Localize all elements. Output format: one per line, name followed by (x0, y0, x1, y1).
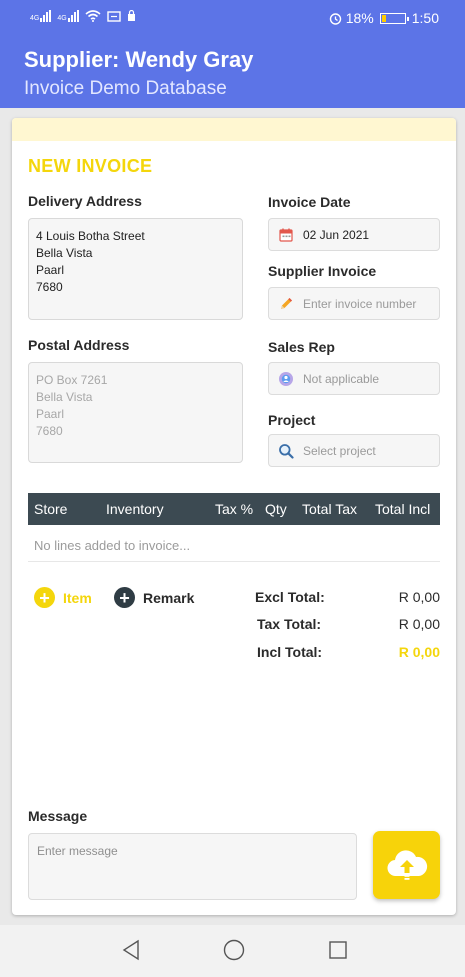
column-header-inventory: Inventory (106, 501, 164, 517)
cast-icon (106, 10, 121, 22)
message-input[interactable]: Enter message (28, 833, 357, 900)
address-line: Bella Vista (36, 390, 93, 404)
supplier-invoice-label: Supplier Invoice (268, 263, 377, 279)
alarm-icon (329, 12, 341, 25)
supplier-invoice-placeholder: Enter invoice number (303, 296, 417, 311)
add-item-label: Item (63, 589, 92, 606)
excl-total-value: R 0,00 (398, 589, 440, 605)
app-bar-subtitle: Invoice Demo Database (24, 78, 227, 99)
invoice-lines-table-header: Store Inventory Tax % Qty Total Tax Tota… (28, 493, 440, 525)
add-remark-button[interactable]: + Remark (114, 587, 194, 608)
home-icon[interactable] (223, 939, 245, 961)
delivery-address-label: Delivery Address (28, 193, 142, 209)
message-label: Message (28, 808, 88, 824)
status-bar-left: 4G 4G (30, 10, 136, 22)
address-line: Paarl (36, 263, 65, 277)
battery-icon (379, 12, 409, 24)
clock: 1:50 (411, 10, 439, 26)
add-item-button[interactable]: + Item (34, 587, 92, 608)
sales-rep-field[interactable]: Not applicable (268, 362, 440, 395)
pencil-icon (277, 295, 295, 313)
invoice-card: NEW INVOICE Delivery Address 4 Louis Bot… (12, 118, 456, 915)
cloud-upload-icon (386, 850, 427, 880)
app-bar-title: Supplier: Wendy Gray (24, 47, 254, 72)
status-bar-right: 18% 1:50 (329, 10, 439, 26)
postal-address-field[interactable]: PO Box 7261 Bella Vista Paarl 7680 (28, 362, 243, 463)
message-placeholder: Enter message (37, 844, 118, 858)
sales-rep-label: Sales Rep (268, 339, 335, 355)
address-line: 7680 (36, 280, 63, 294)
invoice-date-field[interactable]: 02 Jun 2021 (268, 218, 440, 251)
project-label: Project (268, 412, 316, 428)
upload-button[interactable] (373, 831, 440, 899)
person-icon (277, 370, 295, 388)
invoice-date-label: Invoice Date (268, 194, 351, 210)
postal-address-label: Postal Address (28, 337, 130, 353)
search-icon (277, 442, 295, 460)
recents-icon[interactable] (328, 939, 348, 961)
column-header-store: Store (34, 501, 68, 517)
address-line: PO Box 7261 (36, 373, 108, 387)
page-title: NEW INVOICE (28, 156, 153, 176)
tax-total-value: R 0,00 (398, 616, 440, 632)
column-header-total-incl: Total Incl (375, 501, 431, 517)
project-placeholder: Select project (303, 443, 376, 458)
incl-total-label: Incl Total: (257, 644, 323, 660)
signal-icon: 4G (57, 10, 79, 22)
tax-total-label: Tax Total: (257, 616, 322, 632)
address-line: Paarl (36, 407, 65, 421)
plus-icon: + (34, 587, 55, 608)
network-label: 4G (57, 15, 67, 22)
status-bar: 4G 4G 18% 1:50 (0, 0, 465, 36)
supplier-invoice-input[interactable]: Enter invoice number (268, 287, 440, 320)
project-select[interactable]: Select project (268, 434, 440, 467)
address-line: Bella Vista (36, 246, 93, 260)
wifi-icon (85, 10, 101, 22)
battery-percent: 18% (345, 10, 374, 26)
notice-banner (12, 118, 456, 141)
sales-rep-value: Not applicable (303, 371, 380, 386)
invoice-date-value: 02 Jun 2021 (303, 227, 370, 242)
column-header-total-tax: Total Tax (302, 501, 357, 517)
delivery-address-field[interactable]: 4 Louis Botha Street Bella Vista Paarl 7… (28, 218, 243, 320)
divider (28, 561, 440, 562)
add-remark-label: Remark (143, 589, 195, 606)
incl-total-value: R 0,00 (398, 644, 440, 660)
app-bar: Supplier: Wendy Gray Invoice Demo Databa… (0, 36, 465, 108)
system-nav-bar (0, 925, 465, 977)
back-icon[interactable] (121, 939, 141, 961)
empty-lines-message: No lines added to invoice... (34, 538, 191, 553)
plus-icon: + (114, 587, 135, 608)
address-line: 4 Louis Botha Street (36, 229, 145, 243)
calendar-icon (277, 226, 295, 244)
lock-icon (127, 10, 135, 21)
network-label: 4G (30, 15, 40, 22)
excl-total-label: Excl Total: (255, 589, 325, 605)
column-header-qty: Qty (265, 501, 287, 517)
column-header-tax-percent: Tax % (215, 501, 254, 517)
address-line: 7680 (36, 424, 63, 438)
signal-icon: 4G (30, 10, 52, 22)
